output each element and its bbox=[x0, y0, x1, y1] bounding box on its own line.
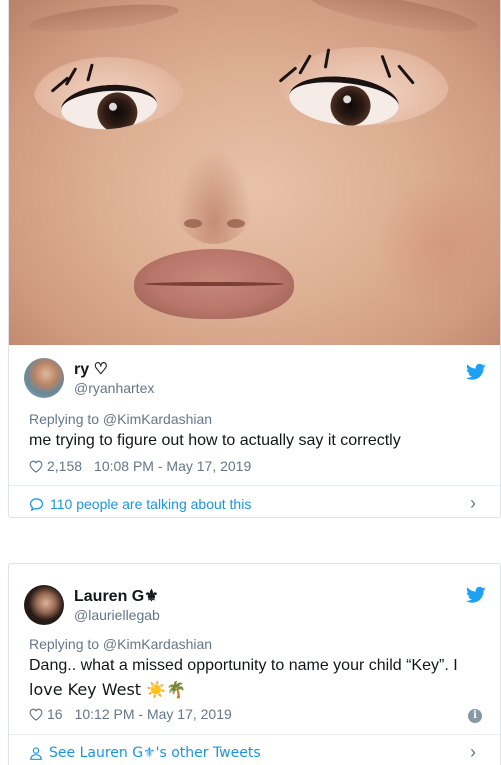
timestamp[interactable]: 10:12 PM - May 17, 2019 bbox=[75, 706, 232, 722]
tweet-card-2: Lauren G⚜ @lauriellegab Replying to @Kim… bbox=[8, 563, 501, 765]
info-icon[interactable]: i bbox=[468, 709, 482, 723]
handle[interactable]: @ryanhartex bbox=[74, 379, 154, 397]
like-count[interactable]: 2,158 bbox=[47, 458, 82, 474]
replying-to[interactable]: Replying to @KimKardashian bbox=[29, 411, 212, 427]
tweet-photo[interactable] bbox=[9, 0, 500, 345]
twitter-bird-icon[interactable] bbox=[466, 586, 486, 604]
tweet-author[interactable]: ry ♡ @ryanhartex bbox=[24, 357, 154, 399]
conversation-text: 110 people are talking about this bbox=[50, 496, 252, 512]
divider bbox=[9, 734, 500, 735]
tweet-meta: 2,158 10:08 PM - May 17, 2019 bbox=[29, 458, 251, 474]
replying-to[interactable]: Replying to @KimKardashian bbox=[29, 636, 212, 652]
other-tweets-text: See Lauren G⚜'s other Tweets bbox=[49, 745, 261, 761]
tweet-text-line-1: Dang.. what a missed opportunity to name… bbox=[29, 657, 458, 674]
chevron-right-icon[interactable]: › bbox=[470, 493, 476, 514]
heart-icon[interactable] bbox=[29, 708, 43, 721]
conversation-link[interactable]: 110 people are talking about this bbox=[29, 496, 251, 512]
avatar[interactable] bbox=[24, 585, 64, 625]
chevron-right-icon[interactable]: › bbox=[470, 742, 476, 763]
tweet-text: Dang.. what a missed opportunity to name… bbox=[29, 654, 484, 702]
tweet-author[interactable]: Lauren G⚜ @lauriellegab bbox=[24, 584, 160, 626]
tweet-card-1: ry ♡ @ryanhartex Replying to @KimKardash… bbox=[8, 0, 501, 518]
divider bbox=[9, 485, 500, 486]
tweet-text-line-2: love Key West ☀️🌴 bbox=[29, 680, 186, 699]
person-icon bbox=[30, 746, 42, 760]
other-tweets-link[interactable]: See Lauren G⚜'s other Tweets bbox=[29, 745, 261, 761]
twitter-bird-icon[interactable] bbox=[466, 363, 486, 381]
timestamp[interactable]: 10:08 PM - May 17, 2019 bbox=[94, 458, 251, 474]
tweet-text: me trying to figure out how to actually … bbox=[29, 432, 401, 449]
display-name[interactable]: Lauren G⚜ bbox=[74, 587, 160, 606]
display-name[interactable]: ry ♡ bbox=[74, 360, 154, 379]
like-count[interactable]: 16 bbox=[47, 706, 63, 722]
handle[interactable]: @lauriellegab bbox=[74, 606, 160, 624]
tweet-meta: 16 10:12 PM - May 17, 2019 bbox=[29, 706, 232, 722]
speech-bubble-icon bbox=[29, 497, 44, 511]
heart-icon[interactable] bbox=[29, 460, 43, 473]
avatar[interactable] bbox=[24, 358, 64, 398]
